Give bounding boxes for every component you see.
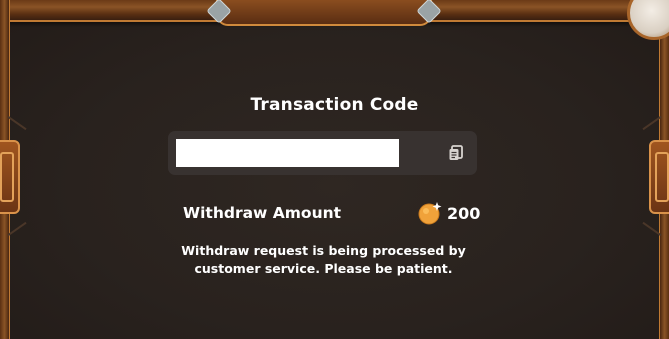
processing-notice-line: customer service. Please be patient. (194, 261, 453, 276)
processing-notice: Withdraw request is being processed by c… (0, 242, 647, 278)
top-ornament (206, 0, 442, 26)
copy-icon[interactable] (447, 144, 465, 162)
withdraw-amount: 200 (418, 201, 480, 225)
frame-rope (7, 115, 27, 131)
left-side-ornament (0, 140, 20, 214)
frame-rope (7, 221, 27, 237)
transaction-code-box (168, 131, 477, 175)
coin-icon (418, 201, 442, 225)
corner-badge-icon (627, 0, 669, 40)
transaction-code-label: Transaction Code (250, 95, 419, 115)
right-side-ornament (649, 140, 669, 214)
processing-notice-line: Withdraw request is being processed by (181, 243, 466, 258)
withdraw-amount-value: 200 (447, 203, 481, 223)
withdraw-dialog: Transaction Code Withdraw Amount 200 Wit… (0, 0, 669, 339)
transaction-code-field[interactable] (176, 139, 399, 167)
withdraw-amount-label: Withdraw Amount (183, 204, 342, 222)
